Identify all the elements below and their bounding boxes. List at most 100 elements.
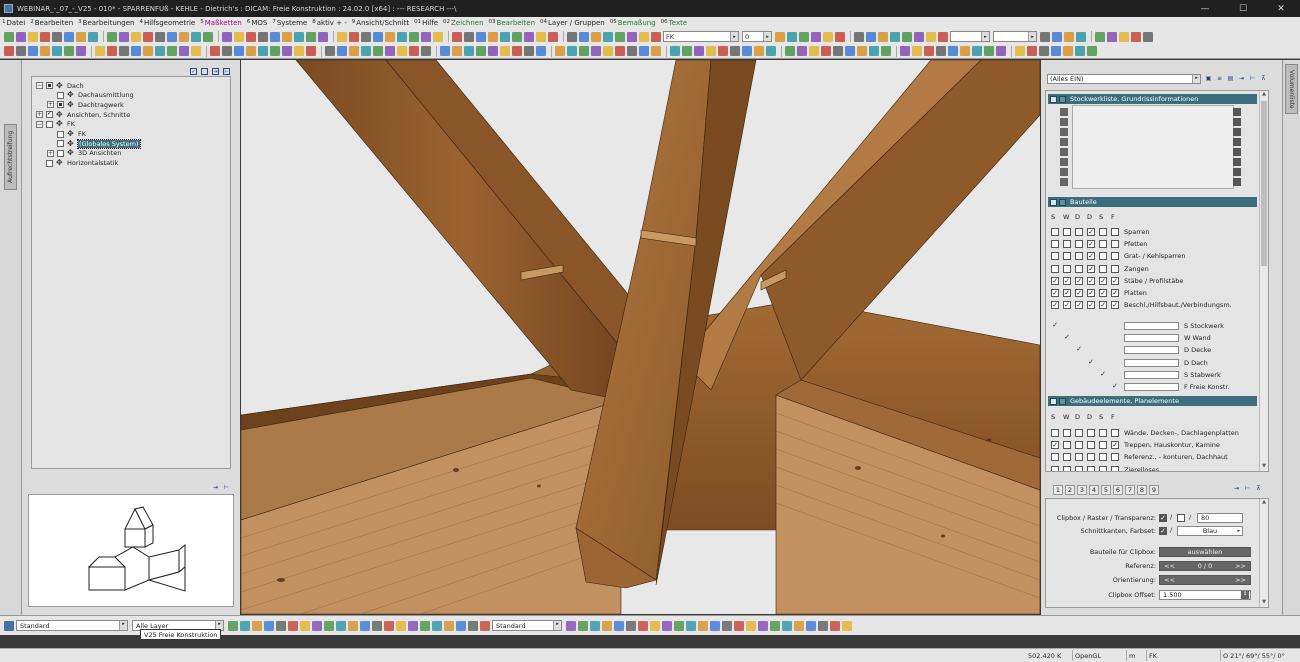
tree-checkbox[interactable] [57, 130, 64, 138]
toolbar-tool-icon[interactable] [246, 46, 256, 56]
toolbar-tool-icon[interactable] [270, 46, 280, 56]
tree-expander[interactable]: + [47, 149, 54, 157]
toolbar-tool-icon[interactable] [902, 31, 912, 42]
drawing-tool-icon[interactable] [348, 620, 358, 631]
toolbar-tool-icon[interactable] [766, 46, 776, 56]
drawing-tool-icon[interactable] [818, 620, 828, 631]
layer-checkbox[interactable]: ✓ [1075, 301, 1083, 310]
layer-checkbox[interactable] [1063, 441, 1071, 450]
toolbar-tool-icon[interactable] [912, 46, 922, 56]
layer-checkbox[interactable] [1051, 240, 1059, 249]
toolbar-tool-icon[interactable] [866, 31, 876, 42]
scroll-down-icon[interactable]: ▼ [1260, 463, 1268, 471]
toolbar-tool-icon[interactable] [797, 46, 807, 56]
maximize-icon[interactable]: ⊼ [1255, 485, 1262, 492]
page-tab[interactable]: 6 [1113, 485, 1123, 495]
toolbar-tool-icon[interactable] [306, 31, 316, 42]
layer-checkbox[interactable] [1063, 252, 1071, 261]
drawing-tool-icon[interactable] [566, 620, 576, 631]
layer-checkbox[interactable]: ✓ [1087, 252, 1095, 261]
drawing-tool-icon[interactable] [722, 620, 732, 631]
toolbar-tool-icon[interactable] [107, 46, 117, 56]
layer-checkbox[interactable]: ✓ [1063, 276, 1071, 285]
drawing-tool-icon[interactable] [662, 620, 672, 631]
drawing-tool-icon[interactable] [444, 620, 454, 631]
toolbar-tool-icon[interactable] [294, 31, 304, 42]
toolbar-tool-icon[interactable] [203, 31, 213, 42]
layer-checkbox[interactable] [1075, 429, 1083, 437]
toolbar-tool-icon[interactable] [76, 31, 86, 42]
menu-item[interactable]: 6 MOS [247, 19, 268, 27]
scroll-up-icon[interactable]: ▲ [1260, 91, 1268, 99]
layer-checkbox[interactable] [1051, 252, 1059, 261]
layer-checkbox[interactable] [1099, 264, 1107, 273]
collapse-icon[interactable] [1050, 95, 1057, 103]
toolbar-tool-icon[interactable] [823, 31, 833, 42]
menu-item[interactable]: 3 Bearbeitungen [78, 19, 134, 27]
page-tab[interactable]: 5 [1101, 485, 1111, 495]
toolbar-tool-icon[interactable] [500, 46, 510, 56]
toolbar-tool-icon[interactable] [191, 46, 201, 56]
tree-expander[interactable] [47, 140, 54, 147]
toolbar-tool-icon[interactable] [799, 31, 809, 42]
drawing-tool-icon[interactable] [252, 620, 262, 631]
dock-icon[interactable]: ⇥ [212, 68, 219, 75]
toolbar-tool-icon[interactable] [52, 46, 62, 56]
toolbar-tool-icon[interactable] [1039, 46, 1049, 56]
layer-checkbox[interactable] [1087, 441, 1095, 450]
toolbar-tool-icon[interactable] [854, 31, 864, 42]
toolbar-tool-icon[interactable] [258, 46, 268, 56]
layer-checkbox[interactable]: ✓ [1075, 289, 1083, 297]
save-icon[interactable]: ▣ [1205, 75, 1212, 82]
layer-checkbox[interactable]: ✓ [1075, 346, 1083, 354]
layer-checkbox[interactable] [1063, 465, 1071, 471]
layer-checkbox[interactable] [1063, 429, 1071, 437]
toolbar-tool-icon[interactable] [833, 46, 843, 56]
toolbar-tool-icon[interactable] [1027, 46, 1037, 56]
toolbar-tool-icon[interactable] [107, 31, 117, 42]
toolbar-tool-icon[interactable] [1107, 31, 1117, 42]
toolbar-tool-icon[interactable] [270, 31, 280, 42]
section-header[interactable]: Stockwerkliste, Grundrissinformationen [1048, 94, 1257, 104]
tree-checkbox[interactable] [46, 110, 53, 119]
3d-viewport[interactable] [241, 60, 1040, 614]
tree-item[interactable]: ✥ Horizontalstatik [36, 159, 118, 168]
layer-checkbox[interactable]: ✓ [1051, 441, 1059, 450]
drawing-tool-icon[interactable] [372, 620, 382, 631]
volumenliste-tab[interactable]: Volumenliste [1285, 64, 1298, 114]
toolbar-tool-icon[interactable] [1131, 31, 1141, 42]
toolbar-tool-icon[interactable] [361, 31, 371, 42]
tree-item[interactable]: + ✥ Dachtragwerk [47, 100, 124, 109]
toolbar-tool-icon[interactable] [155, 46, 165, 56]
toolbar-tool-icon[interactable] [809, 46, 819, 56]
toolbar-tool-icon[interactable] [682, 46, 692, 56]
toolbar-tool-icon[interactable] [64, 46, 74, 56]
layer-list-scrollbar[interactable]: ▲ ▼ [1259, 91, 1268, 471]
layer-checkbox[interactable]: ✓ [1087, 228, 1095, 236]
layer-checkbox[interactable] [1099, 453, 1107, 462]
toolbar-tool-icon[interactable] [179, 31, 189, 42]
tree-item[interactable]: − ✥ Dach [36, 81, 84, 90]
tree-checkbox[interactable] [57, 149, 64, 157]
drawing-tool-icon[interactable] [300, 620, 310, 631]
toolbar-tool-icon[interactable] [785, 46, 795, 56]
toolbar-tool-icon[interactable] [16, 46, 26, 56]
printer-icon[interactable] [1233, 118, 1241, 126]
toolbar-tool-icon[interactable] [524, 31, 534, 42]
layer-checkbox[interactable] [1075, 228, 1083, 236]
toolbar-tool-icon[interactable] [627, 46, 637, 56]
layer-checkbox[interactable] [1099, 228, 1107, 236]
drawing-tool-icon[interactable] [336, 620, 346, 631]
toolbar-tool-icon[interactable] [938, 31, 948, 42]
menu-item[interactable]: 9 Ansicht/Schnitt [352, 19, 409, 27]
drawing-tool-icon[interactable] [782, 620, 792, 631]
toolbar-tool-icon[interactable] [476, 31, 486, 42]
stepper-prev[interactable]: << [1164, 576, 1175, 584]
stepper-next[interactable]: >> [1235, 562, 1246, 570]
toolbar-tool-icon[interactable] [373, 46, 383, 56]
dock-icon[interactable]: ⇥ [1238, 75, 1245, 82]
layer-checkbox[interactable] [1087, 429, 1095, 437]
layer-checkbox[interactable] [1051, 453, 1059, 462]
toolbar-tool-icon[interactable] [421, 46, 431, 56]
page-tab[interactable]: 8 [1137, 485, 1147, 495]
